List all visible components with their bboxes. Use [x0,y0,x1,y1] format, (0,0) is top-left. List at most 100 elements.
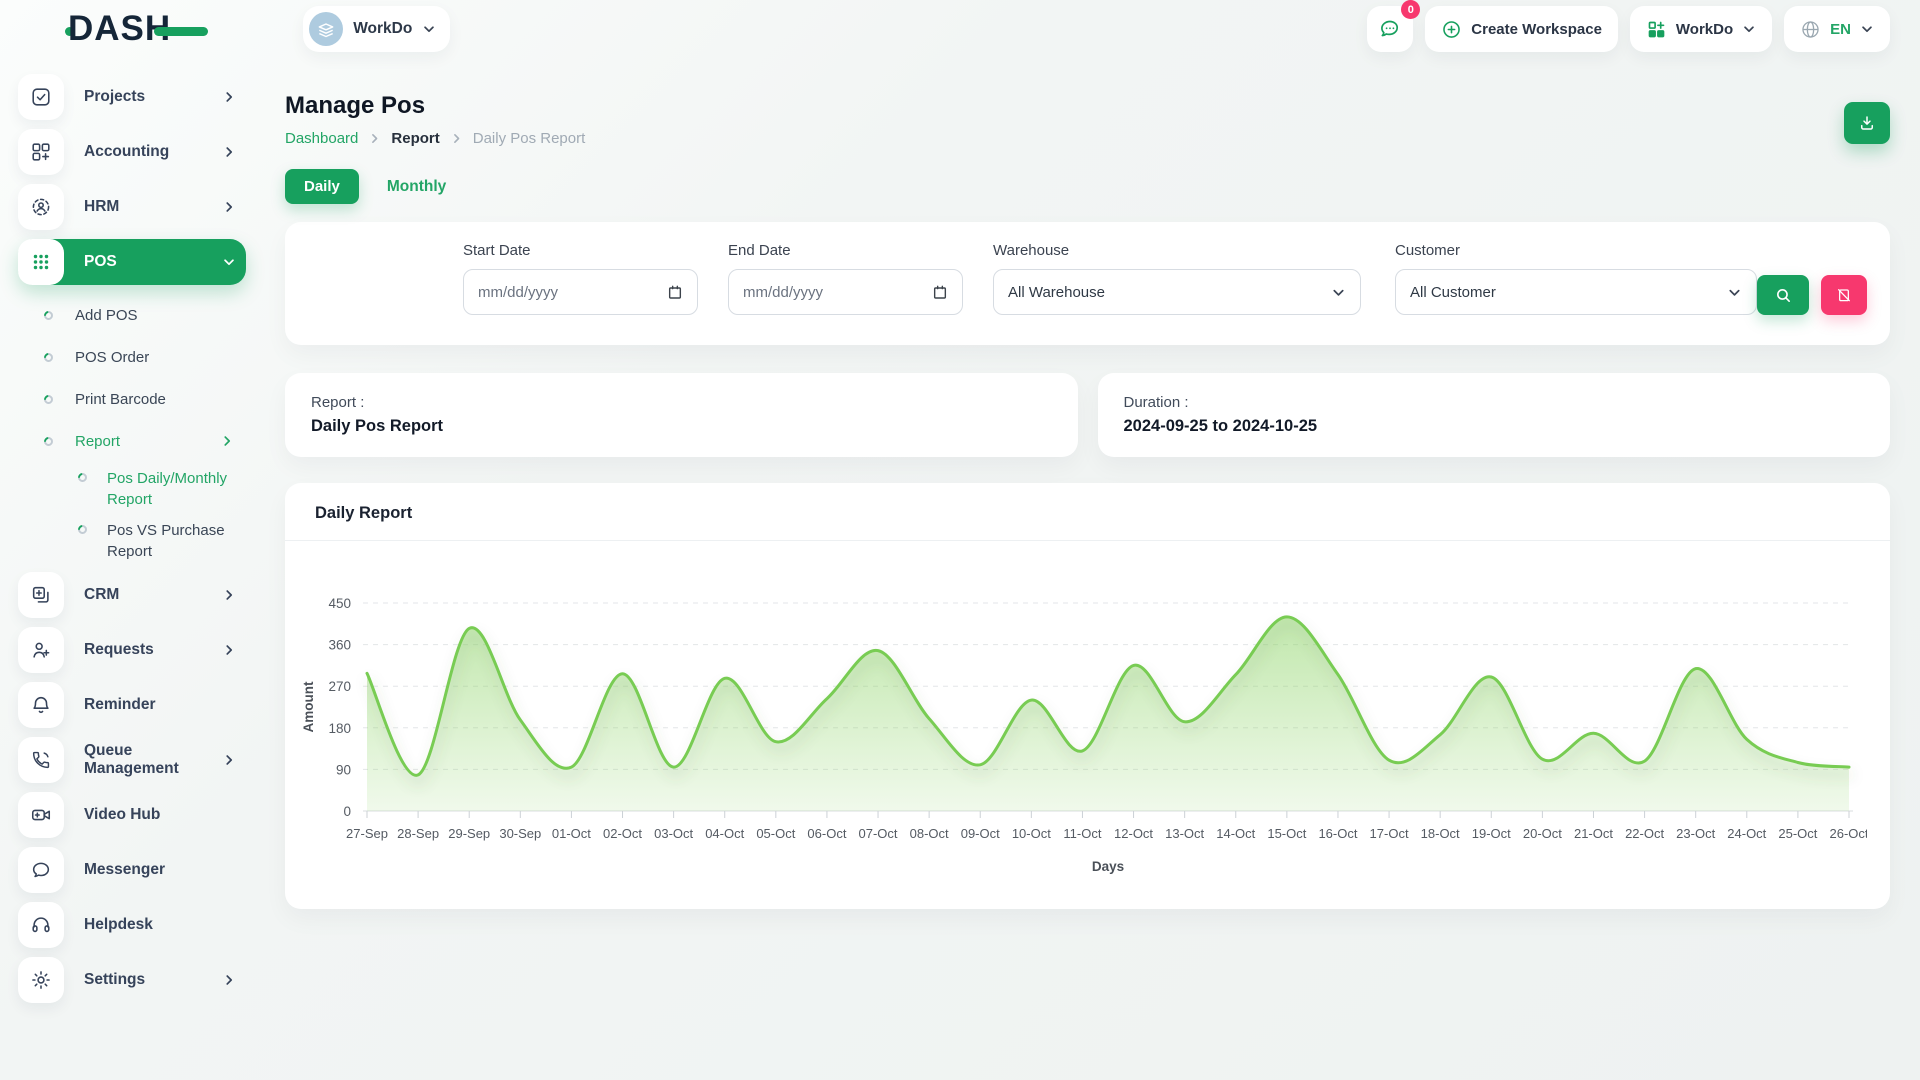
gear-icon [18,957,64,1003]
customer-select[interactable]: All Customer [1395,269,1757,315]
svg-text:90: 90 [336,762,351,777]
chevron-down-icon [1727,285,1742,300]
tab-daily[interactable]: Daily [285,169,359,204]
sidebar-item-label: Accounting [84,143,222,161]
video-camera-icon [18,792,64,838]
sidebar-item-label: Requests [84,641,222,659]
sidebar-item-helpdesk[interactable]: Helpdesk [18,902,246,948]
svg-text:29-Sep: 29-Sep [448,826,490,841]
language-selector[interactable]: EN [1784,6,1890,52]
sidebar-item-label: Settings [84,971,222,989]
breadcrumb-current: Daily Pos Report [473,130,586,147]
search-button[interactable] [1757,275,1809,315]
calendar-icon [932,284,948,300]
end-date-input[interactable]: mm/dd/yyyy [728,269,963,315]
check-square-icon [18,74,64,120]
sidebar-item-label: Helpdesk [84,916,246,934]
chevron-down-icon [222,255,236,269]
svg-text:06-Oct: 06-Oct [807,826,846,841]
chevron-down-icon [422,22,436,36]
sidebar-item-hrm[interactable]: HRM [18,184,246,230]
breadcrumb-report[interactable]: Report [391,130,439,147]
sidebar-item-accounting[interactable]: Accounting [18,129,246,175]
bullet-icon [42,351,55,364]
workspace-name: WorkDo [353,20,412,38]
sidebar-item-settings[interactable]: Settings [18,957,246,1003]
tab-monthly[interactable]: Monthly [387,178,446,196]
chevron-right-icon [368,132,381,145]
subitem-label: Add POS [75,307,246,324]
svg-text:13-Oct: 13-Oct [1165,826,1204,841]
sidebar-subitem-pos-order[interactable]: POS Order [18,336,246,378]
sidebar-item-crm[interactable]: CRM [18,572,246,618]
chevron-right-icon [222,753,236,767]
warehouse-select[interactable]: All Warehouse [993,269,1361,315]
sidebar-item-label: Messenger [84,861,246,879]
sidebar: Projects Accounting HRM POS Add POS POS … [0,62,262,1080]
sidebar-item-label: Video Hub [84,806,246,824]
workspace-switcher[interactable]: WorkDo [303,6,450,52]
chat-button[interactable]: 0 [1367,6,1413,52]
chat-icon [1378,17,1402,41]
subitem-label: Pos VS Purchase Report [107,520,246,562]
workdo-menu-label: WorkDo [1676,21,1733,38]
workdo-menu-button[interactable]: WorkDo [1630,6,1772,52]
sidebar-item-pos[interactable]: POS [18,239,246,285]
sidebar-item-requests[interactable]: Requests [18,627,246,673]
svg-text:03-Oct: 03-Oct [654,826,693,841]
create-workspace-button[interactable]: Create Workspace [1425,6,1618,52]
sidebar-item-projects[interactable]: Projects [18,74,246,120]
reset-icon [1836,287,1852,303]
sidebar-item-queue-management[interactable]: Queue Management [18,737,246,783]
bullet-icon [42,393,55,406]
grid-plus-icon [18,129,64,175]
globe-icon [1800,19,1821,40]
breadcrumb: Dashboard Report Daily Pos Report [285,130,1890,147]
sidebar-item-label: Projects [84,88,222,106]
svg-text:22-Oct: 22-Oct [1625,826,1664,841]
report-mode-tabs: Daily Monthly [285,169,1890,204]
svg-text:180: 180 [328,721,351,736]
chevron-down-icon [1742,22,1756,36]
building-icon [309,12,343,46]
sidebar-subitem-print-barcode[interactable]: Print Barcode [18,378,246,420]
svg-text:23-Oct: 23-Oct [1676,826,1715,841]
area-chart-svg: 09018027036045027-Sep28-Sep29-Sep30-Sep0… [297,581,1867,881]
pos-grid-icon [18,239,64,285]
svg-text:0: 0 [343,804,351,819]
bullet-icon [76,523,89,536]
message-bubble-icon [18,847,64,893]
svg-text:27-Sep: 27-Sep [346,826,388,841]
sidebar-subitem-pos-daily-monthly-report[interactable]: Pos Daily/Monthly Report [18,468,246,510]
start-date-input[interactable]: mm/dd/yyyy [463,269,698,315]
sidebar-subitem-report[interactable]: Report [18,420,246,462]
sidebar-item-label: CRM [84,586,222,604]
svg-text:01-Oct: 01-Oct [552,826,591,841]
sidebar-subitem-add-pos[interactable]: Add POS [18,294,246,336]
language-label: EN [1830,21,1851,38]
svg-text:21-Oct: 21-Oct [1574,826,1613,841]
subitem-label: Print Barcode [75,391,246,408]
breadcrumb-dashboard[interactable]: Dashboard [285,130,358,147]
sidebar-item-video-hub[interactable]: Video Hub [18,792,246,838]
sidebar-item-label: Queue Management [84,742,222,778]
warehouse-selected-value: All Warehouse [1008,284,1105,301]
sidebar-item-messenger[interactable]: Messenger [18,847,246,893]
page-title: Manage Pos [285,92,1890,120]
report-value: Daily Pos Report [311,417,1052,436]
download-button[interactable] [1844,102,1890,144]
customer-selected-value: All Customer [1410,284,1496,301]
sidebar-subitem-pos-vs-purchase-report[interactable]: Pos VS Purchase Report [18,520,246,562]
chevron-right-icon [220,434,234,448]
duration-label: Duration : [1124,394,1865,411]
svg-text:17-Oct: 17-Oct [1370,826,1409,841]
sidebar-item-reminder[interactable]: Reminder [18,682,246,728]
dash-logo[interactable]: DASH [65,9,208,49]
svg-text:19-Oct: 19-Oct [1472,826,1511,841]
reset-button[interactable] [1821,275,1867,315]
daily-report-card: Daily Report 09018027036045027-Sep28-Sep… [285,483,1890,909]
end-date-label: End Date [728,242,963,259]
chevron-right-icon [222,588,236,602]
chevron-right-icon [222,973,236,987]
bullet-icon [42,435,55,448]
